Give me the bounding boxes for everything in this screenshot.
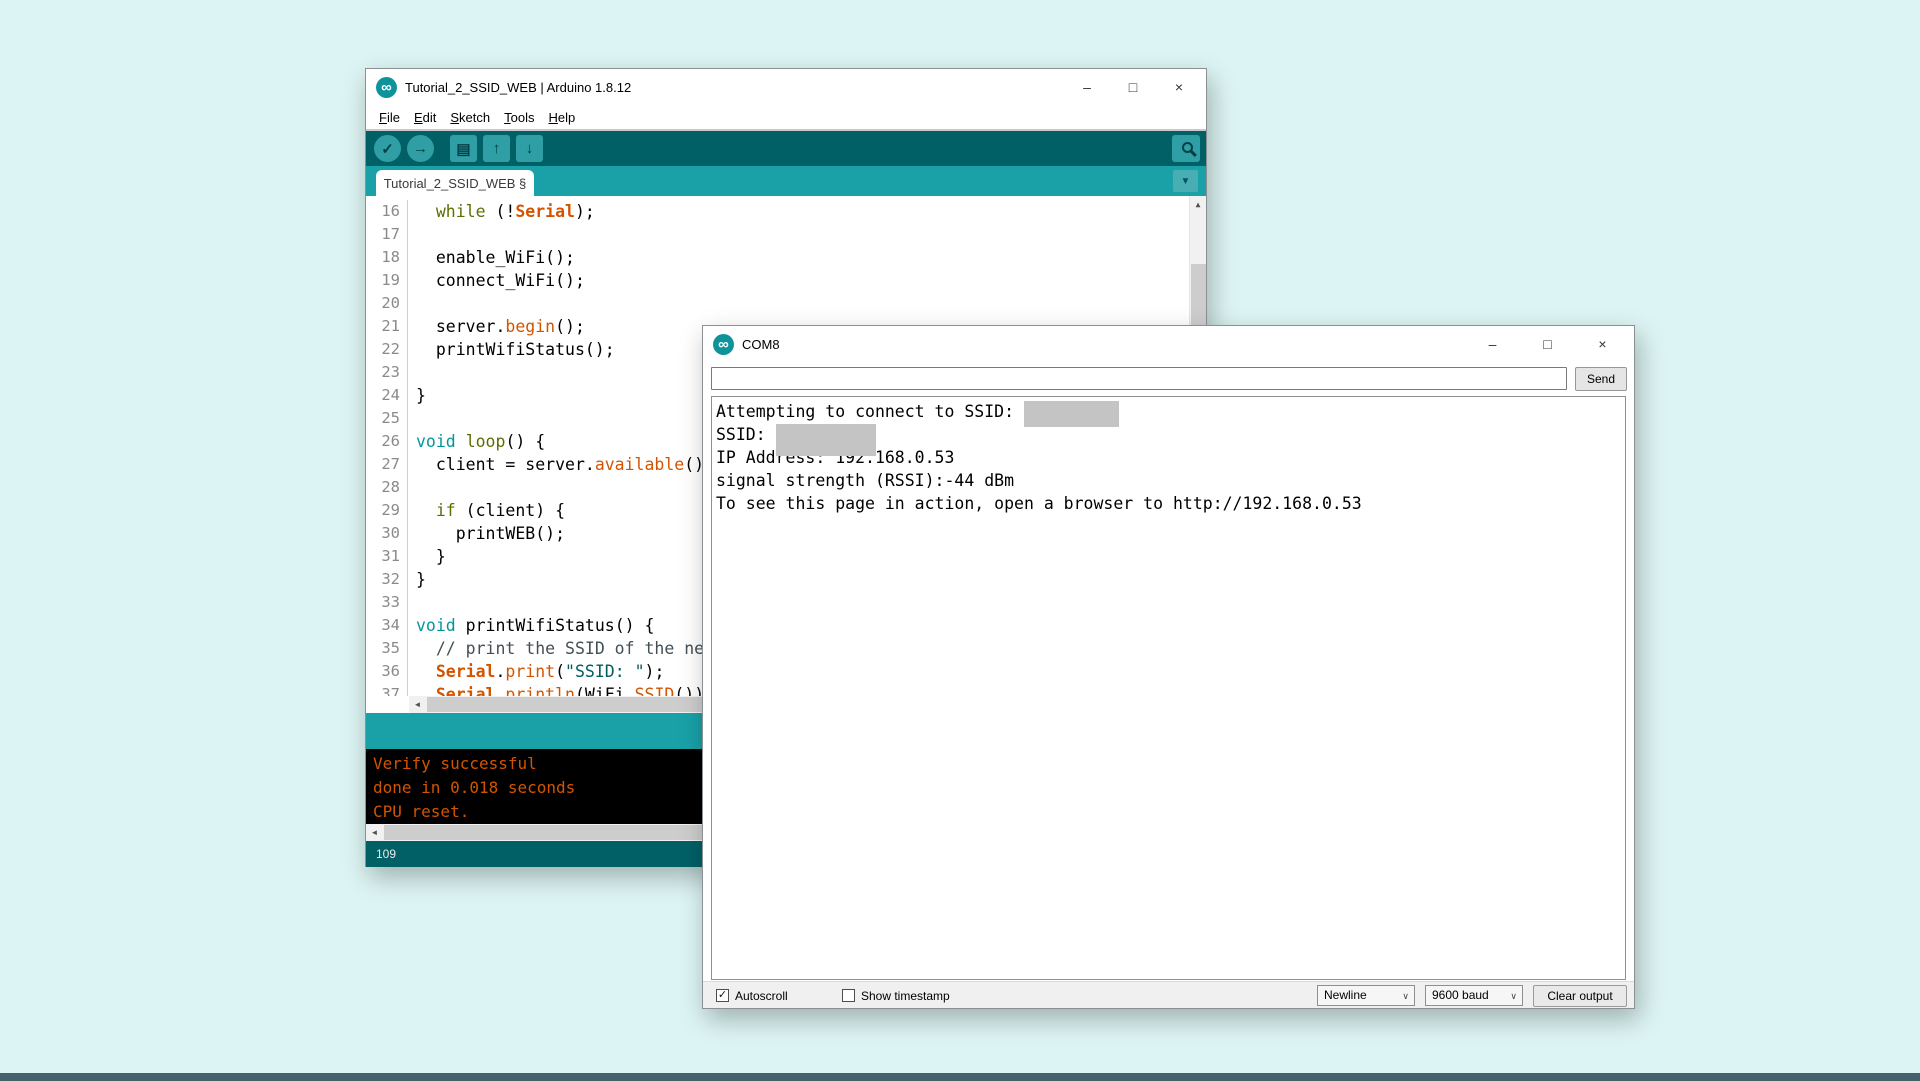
serial-text: To see this page in action, open a brows… bbox=[716, 494, 1362, 513]
line-number: 26 bbox=[366, 430, 408, 453]
upload-button[interactable]: → bbox=[407, 135, 434, 162]
save-button[interactable]: ↓ bbox=[516, 135, 543, 162]
toolbar: ✓→ ▤↑↓ bbox=[366, 129, 1206, 166]
chevron-down-icon: ∨ bbox=[1510, 987, 1517, 1006]
line-number: 25 bbox=[366, 407, 408, 430]
line-indicator: 109 bbox=[376, 847, 396, 861]
code-line: 19 connect_WiFi(); bbox=[366, 269, 1189, 292]
redacted-ssid bbox=[1024, 401, 1119, 427]
tab-dropdown-button[interactable]: ▼ bbox=[1173, 170, 1198, 192]
line-ending-value: Newline bbox=[1324, 988, 1367, 1002]
window-title: Tutorial_2_SSID_WEB | Arduino 1.8.12 bbox=[405, 80, 631, 95]
clear-output-button[interactable]: Clear output bbox=[1533, 985, 1627, 1007]
send-button[interactable]: Send bbox=[1575, 367, 1627, 391]
line-number: 33 bbox=[366, 591, 408, 614]
chevron-down-icon: ∨ bbox=[1402, 987, 1409, 1006]
minimize-button[interactable]: – bbox=[1465, 326, 1520, 362]
line-number: 16 bbox=[366, 200, 408, 223]
line-number: 20 bbox=[366, 292, 408, 315]
menu-edit[interactable]: Edit bbox=[407, 108, 443, 127]
serial-output-line: SSID: bbox=[716, 423, 1625, 446]
tab-tutorial-2-ssid-web[interactable]: Tutorial_2_SSID_WEB § bbox=[376, 170, 534, 196]
line-number: 37 bbox=[366, 683, 408, 696]
line-number: 23 bbox=[366, 361, 408, 384]
line-ending-dropdown[interactable]: Newline ∨ bbox=[1317, 985, 1415, 1006]
serial-controls-bar: ✓ Autoscroll Show timestamp Newline ∨ 96… bbox=[703, 981, 1634, 1008]
redacted-ssid bbox=[776, 424, 876, 456]
serial-output-line: signal strength (RSSI):-44 dBm bbox=[716, 469, 1625, 492]
serial-text: SSID: bbox=[716, 425, 776, 444]
scroll-left-icon[interactable]: ◄ bbox=[409, 696, 426, 713]
maximize-button[interactable]: □ bbox=[1110, 69, 1156, 105]
menu-sketch[interactable]: Sketch bbox=[443, 108, 497, 127]
line-number: 29 bbox=[366, 499, 408, 522]
open-button[interactable]: ↑ bbox=[483, 135, 510, 162]
arduino-logo-icon: ∞ bbox=[376, 77, 397, 98]
magnifier-icon bbox=[1182, 142, 1193, 153]
line-number: 28 bbox=[366, 476, 408, 499]
menu-bar: FileEditSketchToolsHelp bbox=[366, 105, 1206, 129]
serial-output-line: Attempting to connect to SSID: bbox=[716, 400, 1625, 423]
line-number: 17 bbox=[366, 223, 408, 246]
minimize-button[interactable]: – bbox=[1064, 69, 1110, 105]
line-number: 24 bbox=[366, 384, 408, 407]
window-title: COM8 bbox=[742, 337, 780, 352]
new-sketch-button[interactable]: ▤ bbox=[450, 135, 477, 162]
serial-output-line: To see this page in action, open a brows… bbox=[716, 492, 1625, 515]
serial-monitor-window: ∞ COM8 – □ × Send Attempting to connect … bbox=[702, 325, 1635, 1009]
code-line: 17 bbox=[366, 223, 1189, 246]
close-button[interactable]: × bbox=[1156, 69, 1202, 105]
show-timestamp-checkbox[interactable] bbox=[842, 989, 855, 1002]
code-line: 18 enable_WiFi(); bbox=[366, 246, 1189, 269]
menu-file[interactable]: File bbox=[372, 108, 407, 127]
verify-button[interactable]: ✓ bbox=[374, 135, 401, 162]
line-number: 34 bbox=[366, 614, 408, 637]
serial-titlebar[interactable]: ∞ COM8 – □ × bbox=[703, 326, 1634, 362]
autoscroll-checkbox[interactable]: ✓ bbox=[716, 989, 729, 1002]
arduino-logo-icon: ∞ bbox=[713, 334, 734, 355]
line-number: 32 bbox=[366, 568, 408, 591]
send-row: Send bbox=[703, 362, 1634, 396]
baud-rate-dropdown[interactable]: 9600 baud ∨ bbox=[1425, 985, 1523, 1006]
line-number: 19 bbox=[366, 269, 408, 292]
line-number: 35 bbox=[366, 637, 408, 660]
code-line: 16 while (!Serial); bbox=[366, 200, 1189, 223]
line-number: 31 bbox=[366, 545, 408, 568]
serial-output[interactable]: Attempting to connect to SSID: SSID: IP … bbox=[711, 396, 1626, 980]
line-number: 30 bbox=[366, 522, 408, 545]
scroll-up-icon[interactable]: ▲ bbox=[1190, 196, 1206, 212]
scroll-left-icon[interactable]: ◄ bbox=[366, 824, 383, 841]
serial-monitor-button[interactable] bbox=[1172, 135, 1200, 162]
tab-bar: Tutorial_2_SSID_WEB § ▼ bbox=[366, 166, 1206, 196]
menu-tools[interactable]: Tools bbox=[497, 108, 541, 127]
autoscroll-label: Autoscroll bbox=[735, 989, 788, 1003]
taskbar-strip bbox=[0, 1073, 1920, 1081]
close-button[interactable]: × bbox=[1575, 326, 1630, 362]
code-line: 20 bbox=[366, 292, 1189, 315]
menu-help[interactable]: Help bbox=[541, 108, 582, 127]
line-number: 36 bbox=[366, 660, 408, 683]
line-number: 21 bbox=[366, 315, 408, 338]
maximize-button[interactable]: □ bbox=[1520, 326, 1575, 362]
show-timestamp-label: Show timestamp bbox=[861, 989, 950, 1003]
serial-text: Attempting to connect to SSID: bbox=[716, 402, 1024, 421]
baud-rate-value: 9600 baud bbox=[1432, 988, 1489, 1002]
line-number: 18 bbox=[366, 246, 408, 269]
serial-text: signal strength (RSSI):-44 dBm bbox=[716, 471, 1014, 490]
arduino-titlebar[interactable]: ∞ Tutorial_2_SSID_WEB | Arduino 1.8.12 –… bbox=[366, 69, 1206, 105]
line-number: 27 bbox=[366, 453, 408, 476]
line-number: 22 bbox=[366, 338, 408, 361]
gutter-spacer bbox=[366, 696, 409, 713]
serial-input[interactable] bbox=[711, 367, 1567, 390]
